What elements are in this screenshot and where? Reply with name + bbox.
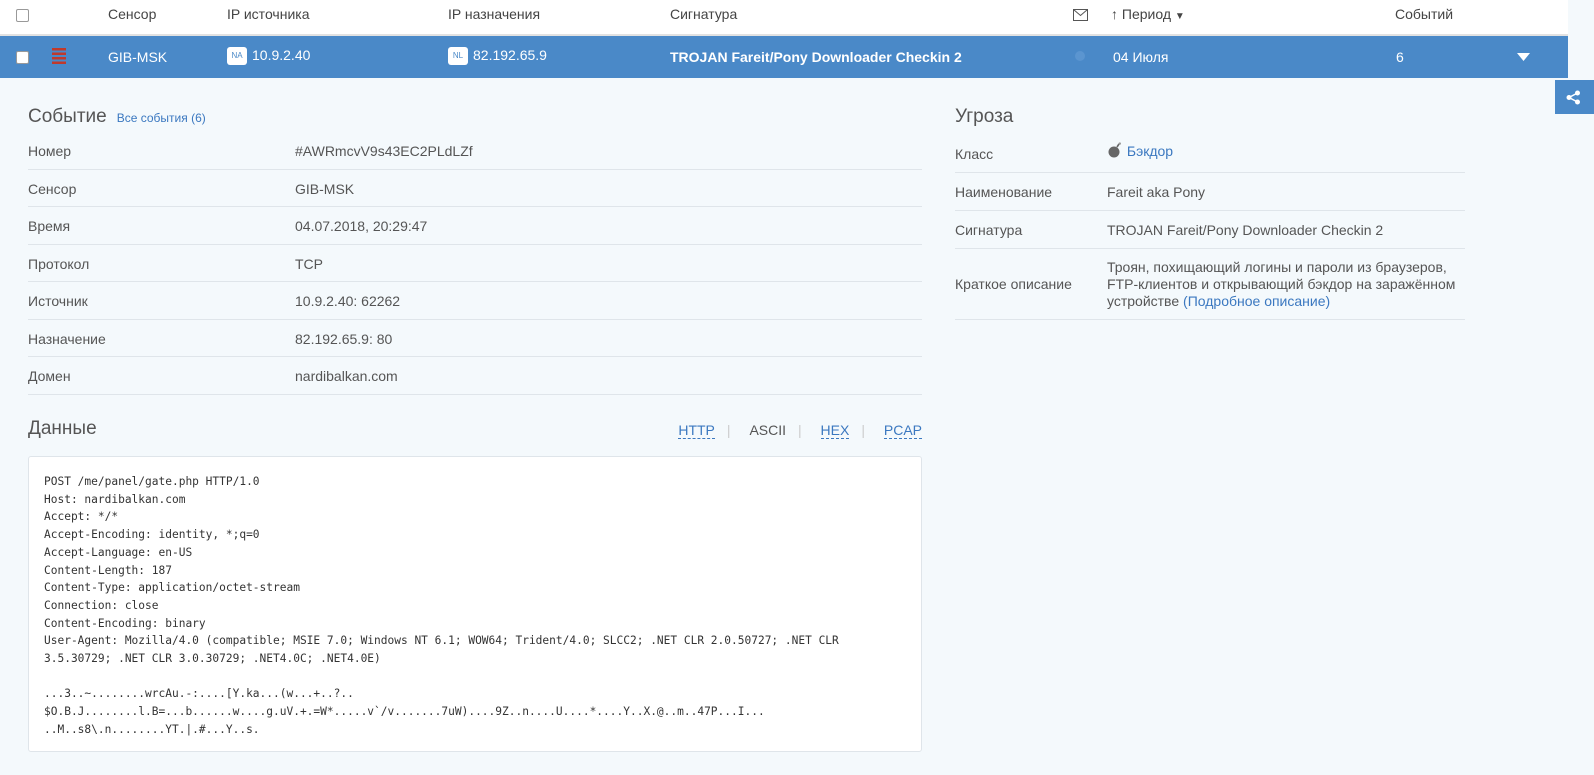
field-value: #AWRmcvV9s43EC2PLdLZf xyxy=(295,143,473,159)
threat-label: Класс xyxy=(955,146,994,162)
threat-row-signature: Сигнатура TROJAN Fareit/Pony Downloader … xyxy=(955,211,1465,249)
threat-label: Краткое описание xyxy=(955,276,1072,292)
status-dot-icon xyxy=(1075,51,1085,61)
event-section-title: Событие Все события (6) xyxy=(28,106,206,128)
field-row-domain: Домен nardibalkan.com xyxy=(28,357,922,395)
payload-box: POST /me/panel/gate.php HTTP/1.0 Host: n… xyxy=(28,456,922,752)
threat-label: Наименование xyxy=(955,184,1053,200)
field-row-destination: Назначение 82.192.65.9: 80 xyxy=(28,320,922,357)
country-tag-dst: NL xyxy=(448,47,468,66)
col-period-label: Период xyxy=(1121,6,1171,22)
field-label: Источник xyxy=(28,293,88,309)
field-label: Время xyxy=(28,218,71,234)
payload-content: POST /me/panel/gate.php HTTP/1.0 Host: n… xyxy=(44,475,839,736)
field-row-time: Время 04.07.2018, 20:29:47 xyxy=(28,207,922,245)
country-tag-src: NA xyxy=(227,47,247,66)
col-sensor[interactable]: Сенсор xyxy=(108,6,156,22)
tab-http[interactable]: HTTP xyxy=(678,422,715,439)
threat-row-description: Краткое описание Троян, похищающий логин… xyxy=(955,249,1465,320)
threat-description: Троян, похищающий логины и пароли из бра… xyxy=(1107,259,1462,310)
field-value: 04.07.2018, 20:29:47 xyxy=(295,218,428,234)
field-row-sensor: Сенсор GIB-MSK xyxy=(28,170,922,207)
details-link[interactable]: (Подробное описание) xyxy=(1183,293,1330,309)
col-dst-ip[interactable]: IP назначения xyxy=(448,6,540,22)
threat-row-class: Класс Бэкдор xyxy=(955,134,1465,173)
col-signature[interactable]: Сигнатура xyxy=(670,6,737,22)
field-label: Протокол xyxy=(28,256,90,272)
threat-class-link[interactable]: Бэкдор xyxy=(1127,143,1173,159)
col-period[interactable]: ↑ Период ▼ xyxy=(1111,6,1185,22)
event-row[interactable]: GIB-MSK NA 10.9.2.40 NL 82.192.65.9 TROJAN… xyxy=(0,36,1568,78)
threat-signature-link[interactable]: TROJAN Fareit/Pony Downloader Checkin 2 xyxy=(1107,222,1462,239)
threat-class: Бэкдор xyxy=(1107,142,1462,160)
tab-hex[interactable]: HEX xyxy=(820,422,850,439)
share-icon xyxy=(1566,90,1580,105)
sensor-link[interactable]: GIB-MSK xyxy=(295,181,354,197)
tab-ascii[interactable]: ASCII xyxy=(749,422,786,438)
col-events[interactable]: Событий xyxy=(1395,6,1453,22)
field-label: Номер xyxy=(28,143,72,159)
expand-chevron-icon[interactable] xyxy=(1517,53,1530,61)
event-title: Событие xyxy=(28,106,107,127)
row-src-ip: 10.9.2.40 xyxy=(252,47,311,63)
bomb-icon xyxy=(1108,142,1121,158)
caret-down-icon: ▼ xyxy=(1174,11,1185,22)
field-row-source: Источник 10.9.2.40: 62262 xyxy=(28,282,922,320)
row-date: 04 Июля xyxy=(1113,49,1169,65)
field-label: Домен xyxy=(28,368,71,384)
row-dst: NL 82.192.65.9 xyxy=(448,47,547,66)
tab-separator: | xyxy=(726,422,731,438)
field-row-protocol: Протокол TCP xyxy=(28,245,922,282)
row-count: 6 xyxy=(1396,49,1404,65)
row-sensor: GIB-MSK xyxy=(108,49,168,65)
destination-link[interactable]: 82.192.65.9: 80 xyxy=(295,331,392,347)
threat-row-name: Наименование Fareit aka Pony xyxy=(955,173,1465,211)
all-events-link[interactable]: Все события (6) xyxy=(117,111,206,125)
sort-arrow-icon: ↑ xyxy=(1111,6,1118,22)
field-value: TCP xyxy=(295,256,323,272)
threat-label: Сигнатура xyxy=(955,222,1023,238)
threat-section-title: Угроза xyxy=(955,106,1014,127)
select-all-checkbox[interactable] xyxy=(16,9,29,22)
table-header: Сенсор IP источника IP назначения Сигнат… xyxy=(0,0,1568,36)
col-src-ip[interactable]: IP источника xyxy=(227,6,309,22)
field-value: nardibalkan.com xyxy=(295,368,398,384)
tab-separator: | xyxy=(798,422,802,438)
source-link[interactable]: 10.9.2.40: 62262 xyxy=(295,293,400,309)
tab-separator: | xyxy=(861,422,865,438)
row-dst-ip: 82.192.65.9 xyxy=(473,47,547,63)
row-src: NA 10.9.2.40 xyxy=(227,47,311,66)
threat-name-link[interactable]: Fareit aka Pony xyxy=(1107,184,1462,201)
row-checkbox[interactable] xyxy=(16,51,29,64)
field-row-number: Номер #AWRmcvV9s43EC2PLdLZf xyxy=(28,132,922,170)
data-format-tabs: HTTP | ASCII | HEX | PCAP xyxy=(663,422,922,439)
field-label: Сенсор xyxy=(28,181,77,197)
severity-icon xyxy=(52,48,66,64)
tab-pcap[interactable]: PCAP xyxy=(883,422,922,439)
mail-icon[interactable] xyxy=(1073,9,1088,21)
row-signature: TROJAN Fareit/Pony Downloader Checkin 2 xyxy=(670,49,962,65)
share-button[interactable] xyxy=(1555,80,1594,114)
field-label: Назначение xyxy=(28,331,106,347)
data-section-title: Данные xyxy=(28,418,97,439)
